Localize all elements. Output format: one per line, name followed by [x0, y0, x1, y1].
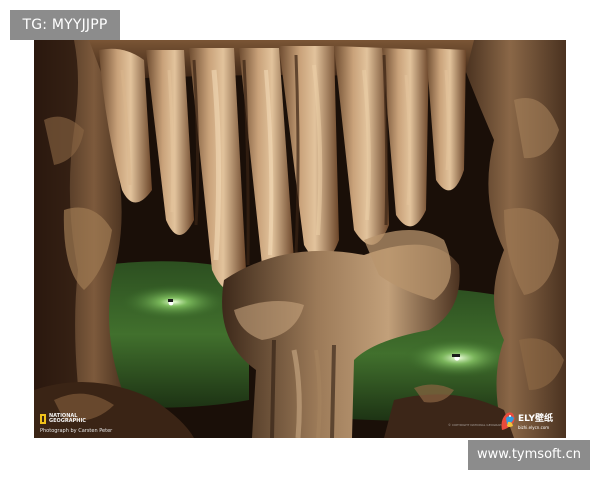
- cave-scene: [34, 40, 566, 438]
- site-logo: ELY壁纸 bizhi.elycn.com: [498, 408, 562, 434]
- watermark-badge-top: TG: MYYJJPP: [10, 10, 120, 40]
- national-geographic-logo: NATIONAL GEOGRAPHIC: [40, 414, 86, 424]
- diver-light-left: [119, 284, 229, 320]
- parrot-logo-icon: ELY壁纸 bizhi.elycn.com: [501, 412, 553, 430]
- site-logo-url: bizhi.elycn.com: [518, 425, 549, 430]
- cave-photograph: NATIONAL GEOGRAPHIC Photograph by Carste…: [34, 40, 566, 438]
- site-logo-text: ELY壁纸: [518, 412, 553, 424]
- ng-yellow-frame-icon: [40, 414, 46, 424]
- ng-logo-line2: GEOGRAPHIC: [49, 418, 86, 424]
- watermark-badge-bottom: www.tymsoft.cn: [468, 440, 590, 470]
- ng-logo-text: NATIONAL GEOGRAPHIC: [49, 414, 86, 424]
- page: TG: MYYJJPP NATIONAL GEOGRAPHIC Photogra…: [0, 0, 600, 480]
- photo-credit: Photograph by Carsten Peter: [40, 428, 113, 434]
